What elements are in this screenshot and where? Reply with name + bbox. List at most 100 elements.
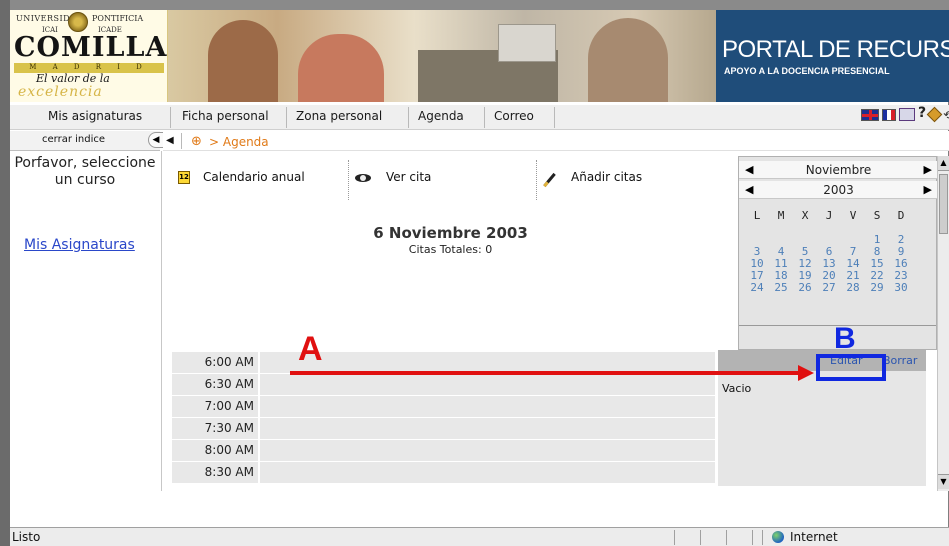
slot-area[interactable]	[260, 396, 715, 417]
nav-divider	[408, 107, 409, 128]
portal-subtitle: APOYO A LA DOCENCIA PRESENCIAL	[724, 66, 890, 76]
slot-area[interactable]	[260, 462, 715, 483]
status-divider	[762, 530, 763, 545]
globe-icon	[772, 531, 784, 543]
time-slot: 8:30 AM	[172, 462, 715, 483]
nav-divider	[484, 107, 485, 128]
add-appointment-button[interactable]: Añadir citas	[571, 170, 642, 184]
annotation-label-b: B	[834, 322, 856, 355]
close-index-link[interactable]: cerrar indice	[42, 134, 105, 145]
scroll-down-icon[interactable]: ▼	[938, 474, 949, 489]
logo-comillas: COMILLAS	[14, 32, 188, 63]
year-selector: ◀ 2003 ▶	[739, 181, 938, 199]
window-left-edge	[0, 0, 10, 546]
window-top-edge	[0, 0, 949, 10]
nav-divider	[554, 107, 555, 128]
tools-icon[interactable]	[926, 106, 943, 123]
time-label: 6:00 AM	[172, 352, 258, 373]
help-icon[interactable]: ?	[918, 105, 926, 121]
slot-area[interactable]	[260, 440, 715, 461]
month-label: Noviembre	[805, 163, 872, 177]
french-flag-icon[interactable]	[882, 109, 896, 121]
mis-asignaturas-link[interactable]: Mis Asignaturas	[24, 237, 135, 253]
annual-calendar-button[interactable]: Calendario anual	[203, 170, 305, 184]
nav-zona-personal[interactable]: Zona personal	[296, 109, 382, 123]
slot-area[interactable]	[260, 374, 715, 395]
seal-icon	[68, 12, 88, 32]
time-slot: 6:00 AM	[172, 352, 715, 373]
time-label: 7:30 AM	[172, 418, 258, 439]
next-month-icon[interactable]: ▶	[924, 163, 932, 176]
target-icon: ⊕	[191, 134, 202, 149]
header-banner: UNIVERSIDAD PONTIFICIA ICAI ICADE COMILL…	[10, 10, 949, 102]
main-nav: Mis asignaturas Ficha personal Zona pers…	[10, 105, 949, 130]
mail-icon[interactable]	[899, 108, 915, 121]
annotation-box	[816, 354, 886, 381]
weekday-label: D	[897, 209, 905, 222]
photo-person	[298, 34, 384, 102]
nav-mis-asignaturas[interactable]: Mis asignaturas	[48, 109, 142, 123]
sidebar: Porfavor, seleccione un curso Mis Asigna…	[10, 151, 162, 491]
weekday-label: V	[849, 209, 857, 222]
toolbar-divider	[536, 160, 537, 200]
calendar-day[interactable]: 28	[841, 281, 865, 294]
nav-correo[interactable]: Correo	[494, 109, 534, 123]
weekday-label: M	[777, 209, 785, 222]
nav-divider	[286, 107, 287, 128]
nav-tools: ? ⟲	[839, 105, 949, 123]
annotation-label-a: A	[298, 330, 323, 368]
calendar-day[interactable]: 26	[793, 281, 817, 294]
content-scrollbar[interactable]: ▲ ▼	[937, 156, 949, 491]
calendar-day[interactable]: 30	[889, 281, 913, 294]
annotation-arrow	[290, 371, 800, 375]
calendar-day[interactable]: 25	[769, 281, 793, 294]
breadcrumb: ◀ ⊕ > Agenda	[163, 131, 949, 151]
calendar-day[interactable]: 29	[865, 281, 889, 294]
portal-title: PORTAL DE RECURSOS	[722, 36, 949, 63]
breadcrumb-divider	[181, 133, 182, 149]
month-selector: ◀ Noviembre ▶	[739, 161, 938, 179]
view-appointment-button[interactable]: Ver cita	[386, 170, 431, 184]
slot-area[interactable]	[260, 352, 715, 373]
slot-area[interactable]	[260, 418, 715, 439]
photo-laptop	[498, 24, 556, 62]
weekday-label: S	[873, 209, 881, 222]
eye-icon[interactable]	[355, 174, 371, 182]
english-flag-icon[interactable]	[861, 109, 879, 121]
status-bar: Listo Internet	[10, 527, 949, 546]
nav-agenda[interactable]: Agenda	[418, 109, 464, 123]
logo-pontificia: PONTIFICIA	[92, 14, 144, 23]
calendar-icon[interactable]: 12	[178, 171, 190, 184]
calendar-day[interactable]: 27	[817, 281, 841, 294]
day-title: 6 Noviembre 2003	[373, 224, 528, 242]
security-zone: Internet	[790, 530, 838, 544]
nav-divider	[170, 107, 171, 128]
nav-ficha-personal[interactable]: Ficha personal	[182, 109, 269, 123]
expand-sidebar-icon[interactable]: ◀	[166, 135, 174, 146]
toolbar-divider	[348, 160, 349, 200]
exit-icon[interactable]: ⟲	[943, 108, 949, 122]
scroll-up-icon[interactable]: ▲	[938, 156, 949, 171]
calendar-day[interactable]: 24	[745, 281, 769, 294]
annotation-arrow-head	[798, 365, 814, 381]
time-label: 6:30 AM	[172, 374, 258, 395]
sidebar-message: Porfavor, seleccione un curso	[14, 155, 156, 188]
empty-label: Vacio	[722, 382, 752, 395]
comillas-logo: UNIVERSIDAD PONTIFICIA ICAI ICADE COMILL…	[10, 10, 187, 102]
weekday-label: J	[825, 209, 833, 222]
scroll-thumb[interactable]	[939, 174, 948, 234]
year-label: 2003	[823, 183, 854, 197]
mini-calendar: ◀ Noviembre ▶ ◀ 2003 ▶ LMXJVSD 123456789…	[738, 156, 938, 350]
delete-button[interactable]: Borrar	[883, 354, 917, 367]
next-year-icon[interactable]: ▶	[924, 183, 932, 196]
collapse-sidebar-icon[interactable]: ◀	[148, 132, 164, 148]
banner-photo	[168, 10, 716, 102]
logo-excelencia: excelencia	[18, 84, 103, 100]
status-text: Listo	[12, 530, 41, 544]
time-label: 8:30 AM	[172, 462, 258, 483]
weekday-label: X	[801, 209, 809, 222]
weekday-label: L	[753, 209, 761, 222]
appointment-total: Citas Totales: 0	[408, 243, 493, 256]
photo-person	[588, 18, 668, 102]
sidebar-header: cerrar indice ◀	[10, 131, 164, 151]
